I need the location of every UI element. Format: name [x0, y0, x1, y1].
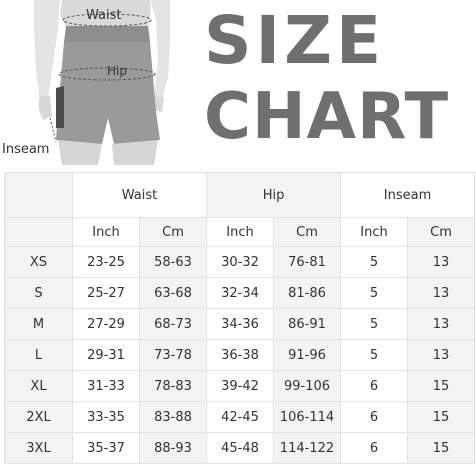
group-header-row: Waist Hip Inseam [4, 172, 476, 218]
shorts-waistband [64, 26, 150, 42]
cell-waist-cm: 68-73 [138, 308, 208, 340]
table-row: 3XL 35-37 88-93 45-48 114-122 6 15 [4, 432, 476, 464]
cell-hip-cm: 114-122 [273, 432, 342, 464]
left-hand-shape [38, 96, 52, 120]
cell-waist-in: 29-31 [72, 339, 140, 371]
size-chart-table: Waist Hip Inseam Inch Cm Inch Cm Inch Cm… [4, 172, 476, 464]
cell-inseam-in: 6 [340, 401, 409, 433]
cell-inseam-cm: 13 [407, 308, 476, 340]
cell-hip-in: 36-38 [206, 339, 275, 371]
size-label: L [4, 339, 73, 371]
cell-waist-cm: 63-68 [138, 277, 208, 309]
cell-waist-cm: 88-93 [138, 432, 208, 464]
size-label: XL [4, 370, 73, 402]
table-row: S 25-27 63-68 32-34 81-86 5 13 [4, 277, 476, 309]
cell-hip-in: 34-36 [206, 308, 275, 340]
cell-hip-cm: 91-96 [273, 339, 342, 371]
cell-inseam-cm: 13 [407, 246, 476, 278]
size-label: 2XL [4, 401, 73, 433]
cell-waist-cm: 58-63 [138, 246, 208, 278]
cell-hip-in: 42-45 [206, 401, 275, 433]
cell-waist-in: 31-33 [72, 370, 140, 402]
title-size: SIZE [204, 2, 386, 79]
table-row: L 29-31 73-78 36-38 91-96 5 13 [4, 339, 476, 371]
left-leg [58, 140, 102, 165]
cell-hip-cm: 106-114 [273, 401, 342, 433]
unit-corner [4, 217, 73, 247]
title-chart: CHART [204, 80, 450, 154]
cell-hip-in: 45-48 [206, 432, 275, 464]
size-label: M [4, 308, 73, 340]
size-rows: XS 23-25 58-63 30-32 76-81 5 13 S 25-27 63-68 32-3… [4, 246, 476, 464]
inseam-label: Inseam [2, 142, 50, 157]
unit-header-row: Inch Cm Inch Cm Inch Cm [4, 217, 476, 247]
unit-header: Inch [72, 217, 140, 247]
table-row: XS 23-25 58-63 30-32 76-81 5 13 [4, 246, 476, 278]
cell-waist-in: 33-35 [72, 401, 140, 433]
size-label: 3XL [4, 432, 73, 464]
cell-inseam-in: 5 [340, 339, 409, 371]
table-row: 2XL 33-35 83-88 42-45 106-114 6 15 [4, 401, 476, 433]
cell-inseam-cm: 15 [407, 370, 476, 402]
cell-hip-cm: 76-81 [273, 246, 342, 278]
cell-waist-cm: 83-88 [138, 401, 208, 433]
cell-waist-in: 23-25 [72, 246, 140, 278]
phone-pocket [56, 86, 64, 128]
group-header-hip: Hip [206, 172, 342, 218]
cell-inseam-in: 5 [340, 277, 409, 309]
cell-inseam-in: 5 [340, 246, 409, 278]
cell-waist-cm: 73-78 [138, 339, 208, 371]
cell-inseam-in: 5 [340, 308, 409, 340]
size-label: S [4, 277, 73, 309]
shorts-model-illustration [0, 0, 200, 165]
cell-waist-in: 27-29 [72, 308, 140, 340]
table-row: M 27-29 68-73 34-36 86-91 5 13 [4, 308, 476, 340]
cell-inseam-cm: 15 [407, 432, 476, 464]
group-header-inseam: Inseam [340, 172, 476, 218]
cell-waist-in: 25-27 [72, 277, 140, 309]
unit-header: Inch [340, 217, 409, 247]
shorts-body [56, 42, 160, 144]
cell-hip-in: 32-34 [206, 277, 275, 309]
header-corner [4, 172, 73, 218]
cell-hip-cm: 86-91 [273, 308, 342, 340]
cell-inseam-cm: 13 [407, 277, 476, 309]
cell-waist-in: 35-37 [72, 432, 140, 464]
waist-label: Waist [86, 8, 122, 23]
size-label: XS [4, 246, 73, 278]
cell-inseam-cm: 13 [407, 339, 476, 371]
cell-inseam-in: 6 [340, 432, 409, 464]
cell-hip-in: 30-32 [206, 246, 275, 278]
table-row: XL 31-33 78-83 39-42 99-106 6 15 [4, 370, 476, 402]
cell-waist-cm: 78-83 [138, 370, 208, 402]
cell-hip-cm: 99-106 [273, 370, 342, 402]
group-header-waist: Waist [71, 172, 208, 218]
model-figure [34, 0, 170, 165]
inseam-measure-line [49, 117, 57, 143]
cell-inseam-in: 6 [340, 370, 409, 402]
hip-label: Hip [107, 64, 127, 78]
unit-header: Cm [138, 217, 208, 247]
unit-header: Cm [273, 217, 342, 247]
right-leg [112, 140, 158, 165]
cell-inseam-cm: 15 [407, 401, 476, 433]
cell-hip-cm: 81-86 [273, 277, 342, 309]
unit-header: Cm [407, 217, 476, 247]
cell-hip-in: 39-42 [206, 370, 275, 402]
unit-header: Inch [206, 217, 275, 247]
